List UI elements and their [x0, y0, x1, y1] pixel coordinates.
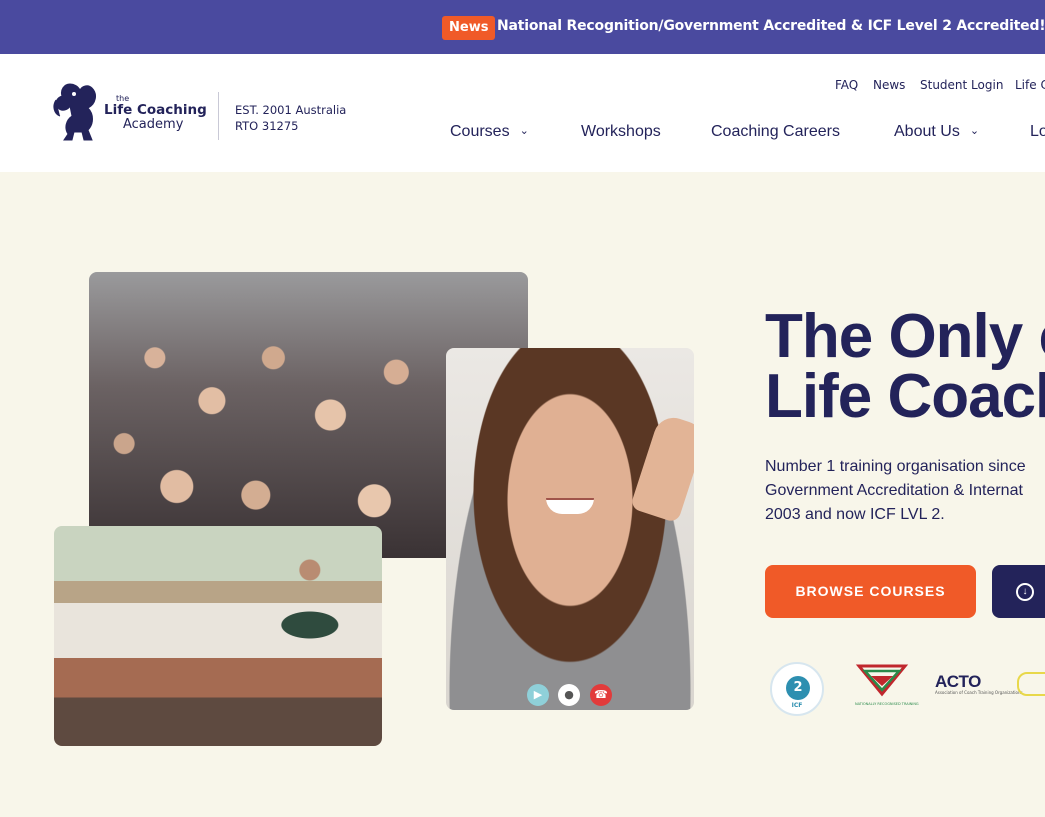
logo-line1: Life Coaching — [104, 102, 207, 118]
acto-subtext: Association of Coach Training Organizati… — [935, 690, 1023, 695]
hero-title-line2: Life Coach — [765, 362, 1045, 431]
nav-about-us-label: About Us — [894, 123, 960, 140]
util-link-news[interactable]: News — [873, 78, 905, 92]
chevron-down-icon: ⌄ — [519, 125, 529, 137]
hang-up-icon: ☎ — [590, 684, 612, 706]
nrt-text: NATIONALLY RECOGNISED TRAINING — [855, 702, 919, 706]
site-header: the Life Coaching Academy EST. 2001 Aust… — [0, 54, 1045, 172]
video-call-photo: ▶ ● ☎ — [446, 348, 694, 710]
nav-coaching-careers[interactable]: Coaching Careers — [711, 123, 840, 141]
logo-line2: Academy — [123, 117, 184, 132]
hero-title: The Only c Life Coach — [765, 302, 1045, 431]
nav-courses[interactable]: Courses ⌄ — [450, 123, 529, 141]
util-link-faq[interactable]: FAQ — [835, 78, 858, 92]
waving-hand — [629, 412, 694, 524]
nav-login-label: Lo — [1030, 123, 1045, 140]
nav-about-us[interactable]: About Us ⌄ — [894, 123, 979, 141]
download-button[interactable]: ↓ — [992, 565, 1045, 618]
util-link-life[interactable]: Life C — [1015, 78, 1045, 92]
util-link-student-login[interactable]: Student Login — [920, 78, 1003, 92]
chevron-down-icon: ⌄ — [969, 125, 980, 137]
site-logo[interactable]: the Life Coaching Academy — [52, 80, 212, 144]
logo-divider — [218, 92, 219, 140]
hero-sub-line1: Number 1 training organisation since — [765, 458, 1026, 475]
partial-partner-logo — [1017, 672, 1045, 696]
video-camera-icon: ▶ — [527, 684, 549, 706]
nrt-logo: NATIONALLY RECOGNISED TRAINING — [855, 664, 919, 706]
nav-workshops-label: Workshops — [581, 123, 661, 140]
acto-logo: ACTO — [935, 672, 981, 691]
icf-text: ICF — [791, 702, 803, 709]
workshop-cafe-photo — [54, 526, 382, 746]
nav-login[interactable]: Lo — [1030, 123, 1045, 141]
download-icon: ↓ — [1016, 583, 1034, 601]
announcement-text[interactable]: National Recognition/Government Accredit… — [497, 18, 1045, 34]
nrt-triangle-icon — [855, 664, 909, 697]
icf-level2-badge: 2 ICF — [770, 662, 824, 716]
hero-title-line1: The Only c — [765, 302, 1045, 371]
nav-courses-label: Courses — [450, 123, 510, 140]
hero-subtitle: Number 1 training organisation since Gov… — [765, 455, 1026, 527]
est-line1: EST. 2001 Australia — [235, 103, 347, 117]
hero-sub-line2: Government Accreditation & Internat — [765, 482, 1023, 499]
lion-logo-icon — [53, 83, 96, 141]
news-badge[interactable]: News — [442, 16, 496, 40]
smile — [546, 498, 594, 514]
nav-workshops[interactable]: Workshops — [581, 123, 661, 141]
mute-mic-icon: ● — [558, 684, 580, 706]
nav-coaching-careers-label: Coaching Careers — [711, 123, 840, 140]
hero-sub-line3: 2003 and now ICF LVL 2. — [765, 506, 945, 523]
browse-courses-button[interactable]: BROWSE COURSES — [765, 565, 976, 618]
announcement-bar: News National Recognition/Government Acc… — [0, 0, 1045, 54]
est-line2: RTO 31275 — [235, 119, 299, 133]
icf-level: 2 — [786, 676, 810, 700]
